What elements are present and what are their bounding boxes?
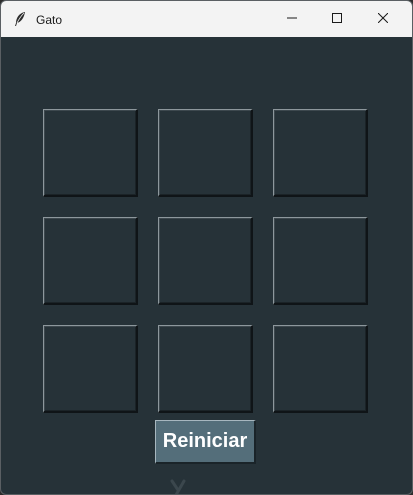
- maximize-button[interactable]: [314, 1, 360, 37]
- cell-2-1[interactable]: [158, 325, 253, 413]
- app-window: Gato Reiniciar: [0, 0, 413, 495]
- maximize-icon: [332, 10, 342, 28]
- close-button[interactable]: [360, 1, 406, 37]
- title-bar[interactable]: Gato: [1, 1, 412, 37]
- cell-0-1[interactable]: [158, 109, 253, 197]
- window-title: Gato: [36, 13, 63, 27]
- cell-0-0[interactable]: [43, 109, 138, 197]
- close-icon: [377, 10, 389, 28]
- cell-1-1[interactable]: [158, 217, 253, 305]
- feather-icon: [13, 11, 27, 27]
- reset-button[interactable]: Reiniciar: [155, 420, 256, 464]
- minimize-button[interactable]: [269, 1, 315, 37]
- clipped-glyph: [169, 477, 189, 494]
- cell-1-0[interactable]: [43, 217, 138, 305]
- cell-0-2[interactable]: [273, 109, 368, 197]
- cell-1-2[interactable]: [273, 217, 368, 305]
- minimize-icon: [287, 10, 297, 28]
- cell-2-2[interactable]: [273, 325, 368, 413]
- cell-2-0[interactable]: [43, 325, 138, 413]
